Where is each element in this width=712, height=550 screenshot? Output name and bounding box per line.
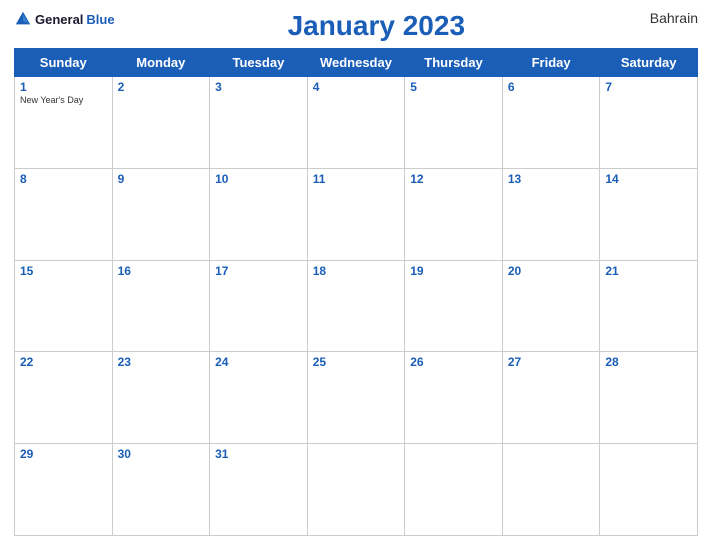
day-number: 23: [118, 355, 205, 369]
day-number: 26: [410, 355, 497, 369]
day-header-tuesday: Tuesday: [210, 49, 308, 77]
calendar-cell: [600, 444, 698, 536]
calendar-cell: 2: [112, 77, 210, 169]
day-number: 24: [215, 355, 302, 369]
day-header-sunday: Sunday: [15, 49, 113, 77]
calendar-cell: 3: [210, 77, 308, 169]
calendar-cell: 25: [307, 352, 405, 444]
day-number: 15: [20, 264, 107, 278]
week-row-3: 15 16 17 18 19 20 21: [15, 260, 698, 352]
day-number: 12: [410, 172, 497, 186]
day-number: 3: [215, 80, 302, 94]
calendar-cell: 10: [210, 168, 308, 260]
logo-blue: Blue: [86, 12, 114, 27]
week-row-2: 89 10 11 12 13 14: [15, 168, 698, 260]
week-row-5: 29 30 31: [15, 444, 698, 536]
day-header-monday: Monday: [112, 49, 210, 77]
calendar-cell: 19: [405, 260, 503, 352]
days-header-row: SundayMondayTuesdayWednesdayThursdayFrid…: [15, 49, 698, 77]
day-number: 18: [313, 264, 400, 278]
calendar-cell: 13: [502, 168, 600, 260]
calendar-header: General Blue January 2023 Bahrain: [14, 10, 698, 42]
calendar-cell: 16: [112, 260, 210, 352]
day-number: 31: [215, 447, 302, 461]
logo-general: General: [35, 12, 83, 27]
holiday-label: New Year's Day: [20, 95, 107, 105]
calendar-body: 1New Year's Day2345678910111213141516171…: [15, 77, 698, 536]
calendar-cell: 22: [15, 352, 113, 444]
calendar-cell: 14: [600, 168, 698, 260]
country-label: Bahrain: [638, 10, 698, 26]
day-number: 11: [313, 172, 400, 186]
day-number: 10: [215, 172, 302, 186]
day-header-friday: Friday: [502, 49, 600, 77]
calendar-cell: 24: [210, 352, 308, 444]
calendar-cell: 23: [112, 352, 210, 444]
logo-icon: [14, 10, 32, 28]
day-header-wednesday: Wednesday: [307, 49, 405, 77]
calendar-cell: 27: [502, 352, 600, 444]
logo-area: General Blue: [14, 10, 115, 28]
logo-text: General Blue: [14, 10, 115, 28]
day-number: 29: [20, 447, 107, 461]
calendar-cell: 21: [600, 260, 698, 352]
calendar-wrapper: General Blue January 2023 Bahrain Sunday…: [0, 0, 712, 550]
week-row-4: 22 23 24 25 26 27 28: [15, 352, 698, 444]
calendar-cell: 31: [210, 444, 308, 536]
day-number: 22: [20, 355, 107, 369]
day-number: 16: [118, 264, 205, 278]
calendar-cell: 15: [15, 260, 113, 352]
month-title: January 2023: [115, 10, 638, 42]
calendar-cell: [405, 444, 503, 536]
calendar-cell: [307, 444, 405, 536]
calendar-cell: 5: [405, 77, 503, 169]
calendar-cell: 1New Year's Day: [15, 77, 113, 169]
calendar-cell: 4: [307, 77, 405, 169]
calendar-cell: 17: [210, 260, 308, 352]
day-number: 9: [118, 172, 205, 186]
calendar-cell: 18: [307, 260, 405, 352]
day-number: 6: [508, 80, 595, 94]
day-number: 19: [410, 264, 497, 278]
calendar-cell: 9: [112, 168, 210, 260]
calendar-cell: 28: [600, 352, 698, 444]
calendar-cell: 30: [112, 444, 210, 536]
day-number: 1: [20, 80, 107, 94]
day-number: 2: [118, 80, 205, 94]
day-number: 21: [605, 264, 692, 278]
calendar-cell: 7: [600, 77, 698, 169]
week-row-1: 1New Year's Day 234567: [15, 77, 698, 169]
day-number: 14: [605, 172, 692, 186]
day-header-thursday: Thursday: [405, 49, 503, 77]
calendar-cell: [502, 444, 600, 536]
day-number: 17: [215, 264, 302, 278]
day-number: 30: [118, 447, 205, 461]
day-number: 4: [313, 80, 400, 94]
calendar-cell: 20: [502, 260, 600, 352]
calendar-cell: 11: [307, 168, 405, 260]
day-header-saturday: Saturday: [600, 49, 698, 77]
calendar-cell: 8: [15, 168, 113, 260]
day-number: 20: [508, 264, 595, 278]
day-number: 5: [410, 80, 497, 94]
calendar-cell: 12: [405, 168, 503, 260]
calendar-cell: 26: [405, 352, 503, 444]
day-number: 13: [508, 172, 595, 186]
day-number: 8: [20, 172, 107, 186]
day-number: 27: [508, 355, 595, 369]
calendar-cell: 29: [15, 444, 113, 536]
day-number: 7: [605, 80, 692, 94]
day-number: 25: [313, 355, 400, 369]
calendar-table: SundayMondayTuesdayWednesdayThursdayFrid…: [14, 48, 698, 536]
day-number: 28: [605, 355, 692, 369]
calendar-cell: 6: [502, 77, 600, 169]
